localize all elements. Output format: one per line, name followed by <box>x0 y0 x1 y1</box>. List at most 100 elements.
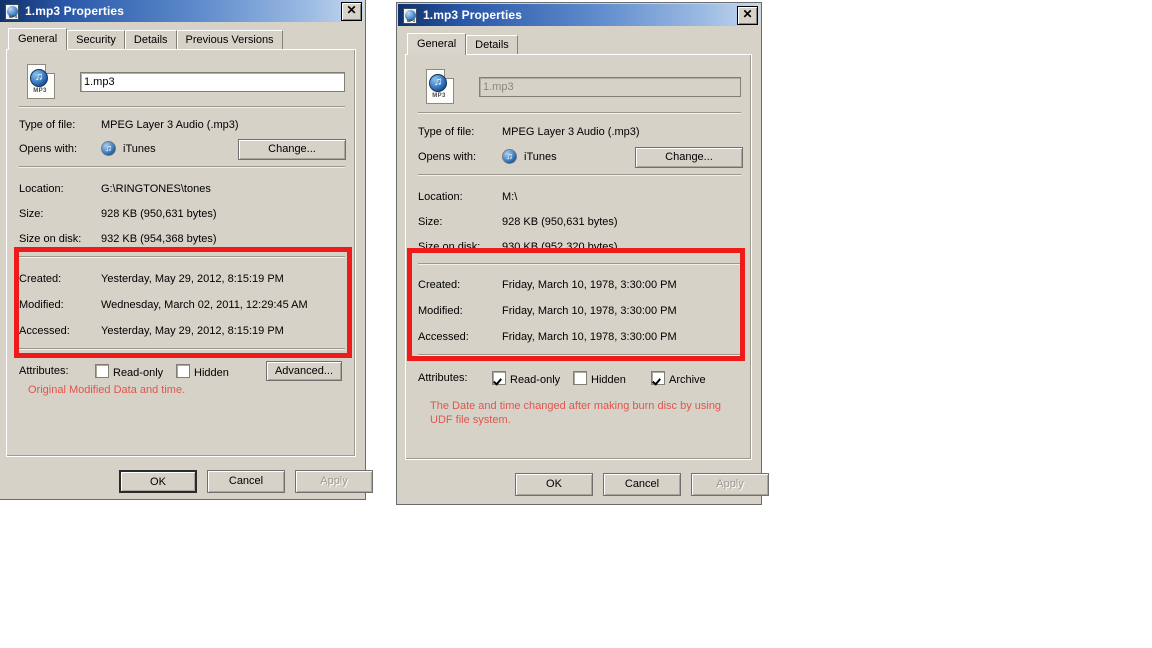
field-label: Modified: <box>418 305 463 317</box>
apply-button: Apply <box>691 473 769 496</box>
divider-4 <box>418 354 741 356</box>
field-modified: Modified: Wednesday, March 02, 2011, 12:… <box>19 298 347 314</box>
tab-details[interactable]: Details <box>466 35 518 55</box>
divider-2 <box>19 166 345 168</box>
mp3-file-icon: MP3 <box>4 3 20 20</box>
filename-input[interactable]: 1.mp3 <box>479 77 741 97</box>
field-label: Created: <box>418 279 461 291</box>
field-value: 930 KB (952,320 bytes) <box>502 241 618 253</box>
field-label: Size on disk: <box>19 233 82 245</box>
cancel-button[interactable]: Cancel <box>603 473 681 496</box>
tab-security[interactable]: Security <box>67 30 125 50</box>
checkbox-box[interactable] <box>651 371 665 385</box>
checkbox-box[interactable] <box>176 364 190 378</box>
checkbox-read-only[interactable]: Read-only <box>95 364 163 380</box>
checkbox-box[interactable] <box>492 371 506 385</box>
field-value: 928 KB (950,631 bytes) <box>101 208 217 220</box>
field-value: Friday, March 10, 1978, 3:30:00 PM <box>502 331 677 343</box>
annotation-note-2: The Date and time changed after making b… <box>430 400 722 426</box>
field-value: iTunes <box>123 143 156 155</box>
itunes-icon <box>101 141 117 157</box>
window-2-titlebar[interactable]: MP3 1.mp3 Properties ✕ <box>398 4 760 26</box>
field-created: Created: Friday, March 10, 1978, 3:30:00… <box>418 278 743 294</box>
apply-button: Apply <box>295 470 373 493</box>
divider-3 <box>418 263 741 265</box>
field-location: Location: M:\ <box>418 190 743 206</box>
properties-window-1[interactable]: MP3 1.mp3 Properties ✕ General Security … <box>0 0 373 500</box>
change-button[interactable]: Change... <box>635 147 743 168</box>
field-modified: Modified: Friday, March 10, 1978, 3:30:0… <box>418 304 743 320</box>
field-value: iTunes <box>524 151 557 163</box>
divider-2 <box>418 174 741 176</box>
window-1-footer: OK Cancel Apply <box>119 470 373 494</box>
checkbox-label: Read-only <box>113 367 164 379</box>
checkbox-box[interactable] <box>95 364 109 378</box>
field-value: M:\ <box>502 191 518 203</box>
cancel-button[interactable]: Cancel <box>207 470 285 493</box>
attributes-label: Attributes: <box>19 365 69 377</box>
field-accessed: Accessed: Friday, March 10, 1978, 3:30:0… <box>418 330 743 346</box>
close-icon[interactable]: ✕ <box>737 5 758 25</box>
checkbox-hidden[interactable]: Hidden <box>176 364 229 380</box>
field-type-of-file: Type of file: MPEG Layer 3 Audio (.mp3) <box>19 118 347 134</box>
checkbox-label: Hidden <box>194 367 229 379</box>
checkbox-label: Read-only <box>510 374 561 386</box>
checkbox-box[interactable] <box>573 371 587 385</box>
window-2-general-page: MP3 1.mp3 Type of file: MPEG Layer 3 Aud… <box>405 54 752 460</box>
field-label: Accessed: <box>418 331 469 343</box>
field-label: Accessed: <box>19 325 70 337</box>
field-value: Yesterday, May 29, 2012, 8:15:19 PM <box>101 325 284 337</box>
field-label: Size: <box>418 216 443 228</box>
field-value: G:\RINGTONES\tones <box>101 183 211 195</box>
field-value: MPEG Layer 3 Audio (.mp3) <box>101 119 239 131</box>
field-value: Friday, March 10, 1978, 3:30:00 PM <box>502 279 677 291</box>
divider-1 <box>19 106 345 108</box>
attributes-label: Attributes: <box>418 372 468 384</box>
field-value: Wednesday, March 02, 2011, 12:29:45 AM <box>101 299 308 311</box>
tab-details[interactable]: Details <box>124 30 177 50</box>
field-label: Size on disk: <box>418 241 481 253</box>
ok-button[interactable]: OK <box>119 470 197 493</box>
advanced-button[interactable]: Advanced... <box>266 361 342 381</box>
window-1-title: 1.mp3 Properties <box>25 4 124 18</box>
filename-input[interactable]: 1.mp3 <box>80 72 345 92</box>
field-created: Created: Yesterday, May 29, 2012, 8:15:1… <box>19 272 347 288</box>
field-type-of-file: Type of file: MPEG Layer 3 Audio (.mp3) <box>418 125 743 141</box>
tab-general[interactable]: General <box>8 28 68 50</box>
file-header: MP3 1.mp3 <box>19 60 345 104</box>
divider-4 <box>19 348 345 350</box>
mp3-file-icon: MP3 <box>25 64 57 100</box>
field-label: Location: <box>19 183 64 195</box>
mp3-file-icon: MP3 <box>402 7 418 24</box>
divider-3 <box>19 256 345 258</box>
annotation-note-1: Original Modified Data and time. <box>28 384 186 396</box>
properties-window-2[interactable]: MP3 1.mp3 Properties ✕ General Details M… <box>396 2 769 505</box>
close-icon[interactable]: ✕ <box>341 1 362 21</box>
field-label: Type of file: <box>418 126 475 138</box>
tab-general[interactable]: General <box>407 33 467 55</box>
field-size-on-disk: Size on disk: 930 KB (952,320 bytes) <box>418 240 743 256</box>
field-value: Friday, March 10, 1978, 3:30:00 PM <box>502 305 677 317</box>
field-label: Modified: <box>19 299 64 311</box>
checkbox-read-only[interactable]: Read-only <box>492 371 560 387</box>
change-button[interactable]: Change... <box>238 139 346 160</box>
field-value: Yesterday, May 29, 2012, 8:15:19 PM <box>101 273 284 285</box>
window-2-title: 1.mp3 Properties <box>423 8 522 22</box>
field-label: Created: <box>19 273 62 285</box>
window-1-titlebar[interactable]: MP3 1.mp3 Properties ✕ <box>0 0 364 22</box>
field-label: Size: <box>19 208 44 220</box>
mp3-file-icon: MP3 <box>424 69 456 105</box>
checkbox-hidden[interactable]: Hidden <box>573 371 626 387</box>
checkbox-archive[interactable]: Archive <box>651 371 706 387</box>
field-label: Opens with: <box>19 143 78 155</box>
field-size: Size: 928 KB (950,631 bytes) <box>418 215 743 231</box>
ok-button[interactable]: OK <box>515 473 593 496</box>
checkbox-label: Hidden <box>591 374 626 386</box>
field-label: Opens with: <box>418 151 477 163</box>
window-2-tabstrip[interactable]: General Details <box>407 33 518 55</box>
field-value: 932 KB (954,368 bytes) <box>101 233 217 245</box>
tab-previous-versions[interactable]: Previous Versions <box>176 30 283 50</box>
field-value: MPEG Layer 3 Audio (.mp3) <box>502 126 640 138</box>
window-1-tabstrip[interactable]: General Security Details Previous Versio… <box>8 28 283 50</box>
field-location: Location: G:\RINGTONES\tones <box>19 182 347 198</box>
